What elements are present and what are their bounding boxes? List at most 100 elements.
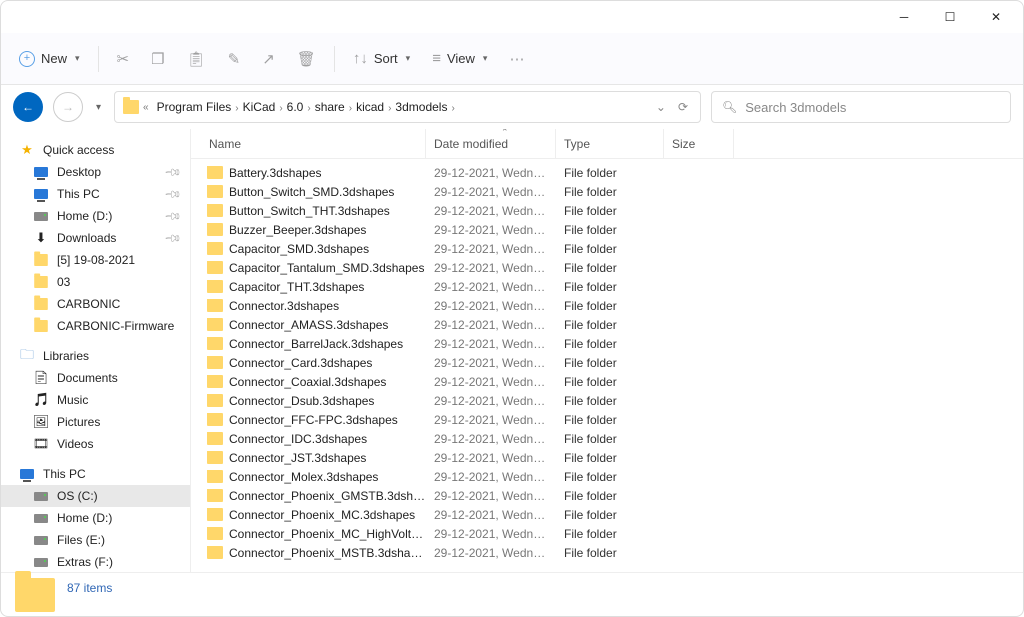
sidebar-item[interactable]: Files (E:)	[1, 529, 190, 551]
sidebar-item-this-pc[interactable]: This PC	[1, 463, 190, 485]
file-name: Connector_Card.3dshapes	[229, 356, 372, 370]
sidebar-item-libraries[interactable]: 🗀 Libraries	[1, 345, 190, 367]
sidebar-item-label: Music	[57, 393, 180, 407]
file-row[interactable]: Capacitor_SMD.3dshapes29-12-2021, Wednes…	[191, 239, 1023, 258]
sidebar-item[interactable]: Home (D:)📌︎	[1, 205, 190, 227]
sidebar-item[interactable]: [5] 19-08-2021	[1, 249, 190, 271]
breadcrumb-item[interactable]: Program Files	[153, 98, 236, 116]
file-row[interactable]: Button_Switch_SMD.3dshapes29-12-2021, We…	[191, 182, 1023, 201]
file-row[interactable]: Connector.3dshapes29-12-2021, Wednes...F…	[191, 296, 1023, 315]
file-row[interactable]: Connector_Card.3dshapes 29-12-2021, Wedne…	[191, 353, 1023, 372]
pc-icon	[19, 466, 35, 482]
minimize-button[interactable]: ─	[881, 1, 927, 33]
column-date[interactable]: Date modified	[426, 129, 556, 158]
column-name[interactable]: Name	[201, 129, 426, 158]
file-type: File folder	[556, 185, 664, 199]
sidebar-item[interactable]: 🎵︎Music	[1, 389, 190, 411]
breadcrumb-item[interactable]: 6.0	[283, 98, 308, 116]
file-row[interactable]: Battery.3dshapes29-12-2021, Wednes...Fil…	[191, 163, 1023, 182]
sort-icon: ↑↓	[353, 50, 368, 67]
chevron-down-icon[interactable]: ⌄	[652, 100, 670, 114]
breadcrumb-item[interactable]: share	[311, 98, 349, 116]
breadcrumb-item[interactable]: KiCad	[239, 98, 280, 116]
sidebar-item[interactable]: 📄︎Documents	[1, 367, 190, 389]
file-row[interactable]: Connector_Dsub.3dshapes29-12-2021, Wedne…	[191, 391, 1023, 410]
chevron-down-icon: ▾	[75, 53, 80, 64]
file-row[interactable]: Connector_AMASS.3dshapes29-12-2021, Wedn…	[191, 315, 1023, 334]
search-input[interactable]	[745, 100, 1000, 115]
doc-icon: 📄︎	[33, 370, 49, 386]
breadcrumb-bar[interactable]: « Program Files›KiCad›6.0›share›kicad›3d…	[114, 91, 701, 123]
file-date: 29-12-2021, Wednes...	[426, 375, 556, 389]
delete-button[interactable]: 🗑︎	[289, 44, 324, 74]
file-row[interactable]: Capacitor_THT.3dshapes29-12-2021, Wednes…	[191, 277, 1023, 296]
sidebar-item-label: Files (E:)	[57, 533, 180, 547]
sidebar-item[interactable]: 🎞︎Videos	[1, 433, 190, 455]
file-row[interactable]: Capacitor_Tantalum_SMD.3dshapes29-12-202…	[191, 258, 1023, 277]
file-row[interactable]: Connector_BarrelJack.3dshapes29-12-2021,…	[191, 334, 1023, 353]
file-date: 29-12-2021, Wednes...	[426, 356, 556, 370]
sidebar-item[interactable]: OS (C:)	[1, 485, 190, 507]
rename-button[interactable]: ✎	[220, 44, 249, 74]
cut-button[interactable]: ✂	[109, 44, 138, 74]
back-button[interactable]: ←	[13, 92, 43, 122]
sidebar-item-quick-access[interactable]: ★ Quick access	[1, 139, 190, 161]
file-type: File folder	[556, 413, 664, 427]
file-type: File folder	[556, 356, 664, 370]
close-button[interactable]: ✕	[973, 1, 1019, 33]
monitor-icon	[33, 164, 49, 180]
search-box[interactable]: 🔍︎	[711, 91, 1011, 123]
sidebar-item[interactable]: Desktop📌︎	[1, 161, 190, 183]
paste-button[interactable]: 📋︎	[179, 44, 214, 74]
sidebar-item[interactable]: This PC📌︎	[1, 183, 190, 205]
breadcrumb-item[interactable]: 3dmodels	[391, 98, 451, 116]
file-row[interactable]: Connector_Phoenix_MSTB.3dshapes29-12-202…	[191, 543, 1023, 562]
file-row[interactable]: Connector_FFC-FPC.3dshapes29-12-2021, We…	[191, 410, 1023, 429]
column-type[interactable]: Type	[556, 129, 664, 158]
file-row[interactable]: Buzzer_Beeper.3dshapes29-12-2021, Wednes…	[191, 220, 1023, 239]
column-size[interactable]: Size	[664, 129, 734, 158]
folder-icon	[15, 578, 55, 612]
file-row[interactable]: Connector_JST.3dshapes29-12-2021, Wednes…	[191, 448, 1023, 467]
sidebar-item[interactable]: CARBONIC-Firmware	[1, 315, 190, 337]
more-button[interactable]: ⋯	[501, 44, 532, 74]
file-name: Connector_FFC-FPC.3dshapes	[229, 413, 398, 427]
file-row[interactable]: Connector_Molex.3dshapes29-12-2021, Wedn…	[191, 467, 1023, 486]
file-row[interactable]: Connector_Phoenix_MC_HighVoltage....29-1…	[191, 524, 1023, 543]
file-row[interactable]: Button_Switch_THT.3dshapes29-12-2021, We…	[191, 201, 1023, 220]
sidebar-item[interactable]: Extras (F:)	[1, 551, 190, 572]
sidebar-item[interactable]: ⬇Downloads📌︎	[1, 227, 190, 249]
sort-button[interactable]: ↑↓ Sort ▾	[345, 44, 418, 73]
file-row[interactable]: Connector_Phoenix_MC.3dshapes29-12-2021,…	[191, 505, 1023, 524]
navigation-pane[interactable]: ★ Quick access Desktop📌︎This PC📌︎Home (D…	[1, 129, 191, 572]
file-row[interactable]: Connector_Coaxial.3dshapes 29-12-2021, We…	[191, 372, 1023, 391]
sidebar-item[interactable]: CARBONIC	[1, 293, 190, 315]
new-button[interactable]: + New ▾	[11, 45, 88, 73]
share-button[interactable]: ↗	[254, 44, 283, 74]
view-button[interactable]: ≡ View ▾	[424, 44, 495, 73]
file-row[interactable]: Connector_IDC.3dshapes29-12-2021, Wednes…	[191, 429, 1023, 448]
maximize-button[interactable]: ☐	[927, 1, 973, 33]
libraries-icon: 🗀	[19, 348, 35, 364]
refresh-button[interactable]: ⟳	[674, 100, 692, 114]
file-row[interactable]: Connector_Phoenix_GMSTB.3dshapes29-12-20…	[191, 486, 1023, 505]
copy-button[interactable]: ❐	[143, 44, 172, 74]
breadcrumb-item[interactable]: kicad	[352, 98, 388, 116]
sidebar-item-label: Home (D:)	[57, 209, 158, 223]
history-dropdown[interactable]: ▾	[93, 102, 104, 113]
sidebar-item-label: Extras (F:)	[57, 555, 180, 569]
forward-button[interactable]: →	[53, 92, 83, 122]
toolbar: + New ▾ ✂ ❐ 📋︎ ✎ ↗ 🗑︎ ↑↓ Sort ▾ ≡ View ▾…	[1, 33, 1023, 85]
file-type: File folder	[556, 318, 664, 332]
star-icon: ★	[19, 142, 35, 158]
folder-icon	[207, 204, 223, 217]
file-name: Connector_JST.3dshapes	[229, 451, 366, 465]
content-pane: ⌃ Name Date modified Type Size Battery.3…	[191, 129, 1023, 572]
sidebar-item[interactable]: 03	[1, 271, 190, 293]
sidebar-item[interactable]: 🖼︎Pictures	[1, 411, 190, 433]
file-name: Connector_Coaxial.3dshapes	[229, 375, 386, 389]
folder-icon	[207, 527, 223, 540]
file-list[interactable]: Battery.3dshapes29-12-2021, Wednes...Fil…	[191, 159, 1023, 572]
file-date: 29-12-2021, Wednes...	[426, 470, 556, 484]
sidebar-item[interactable]: Home (D:)	[1, 507, 190, 529]
